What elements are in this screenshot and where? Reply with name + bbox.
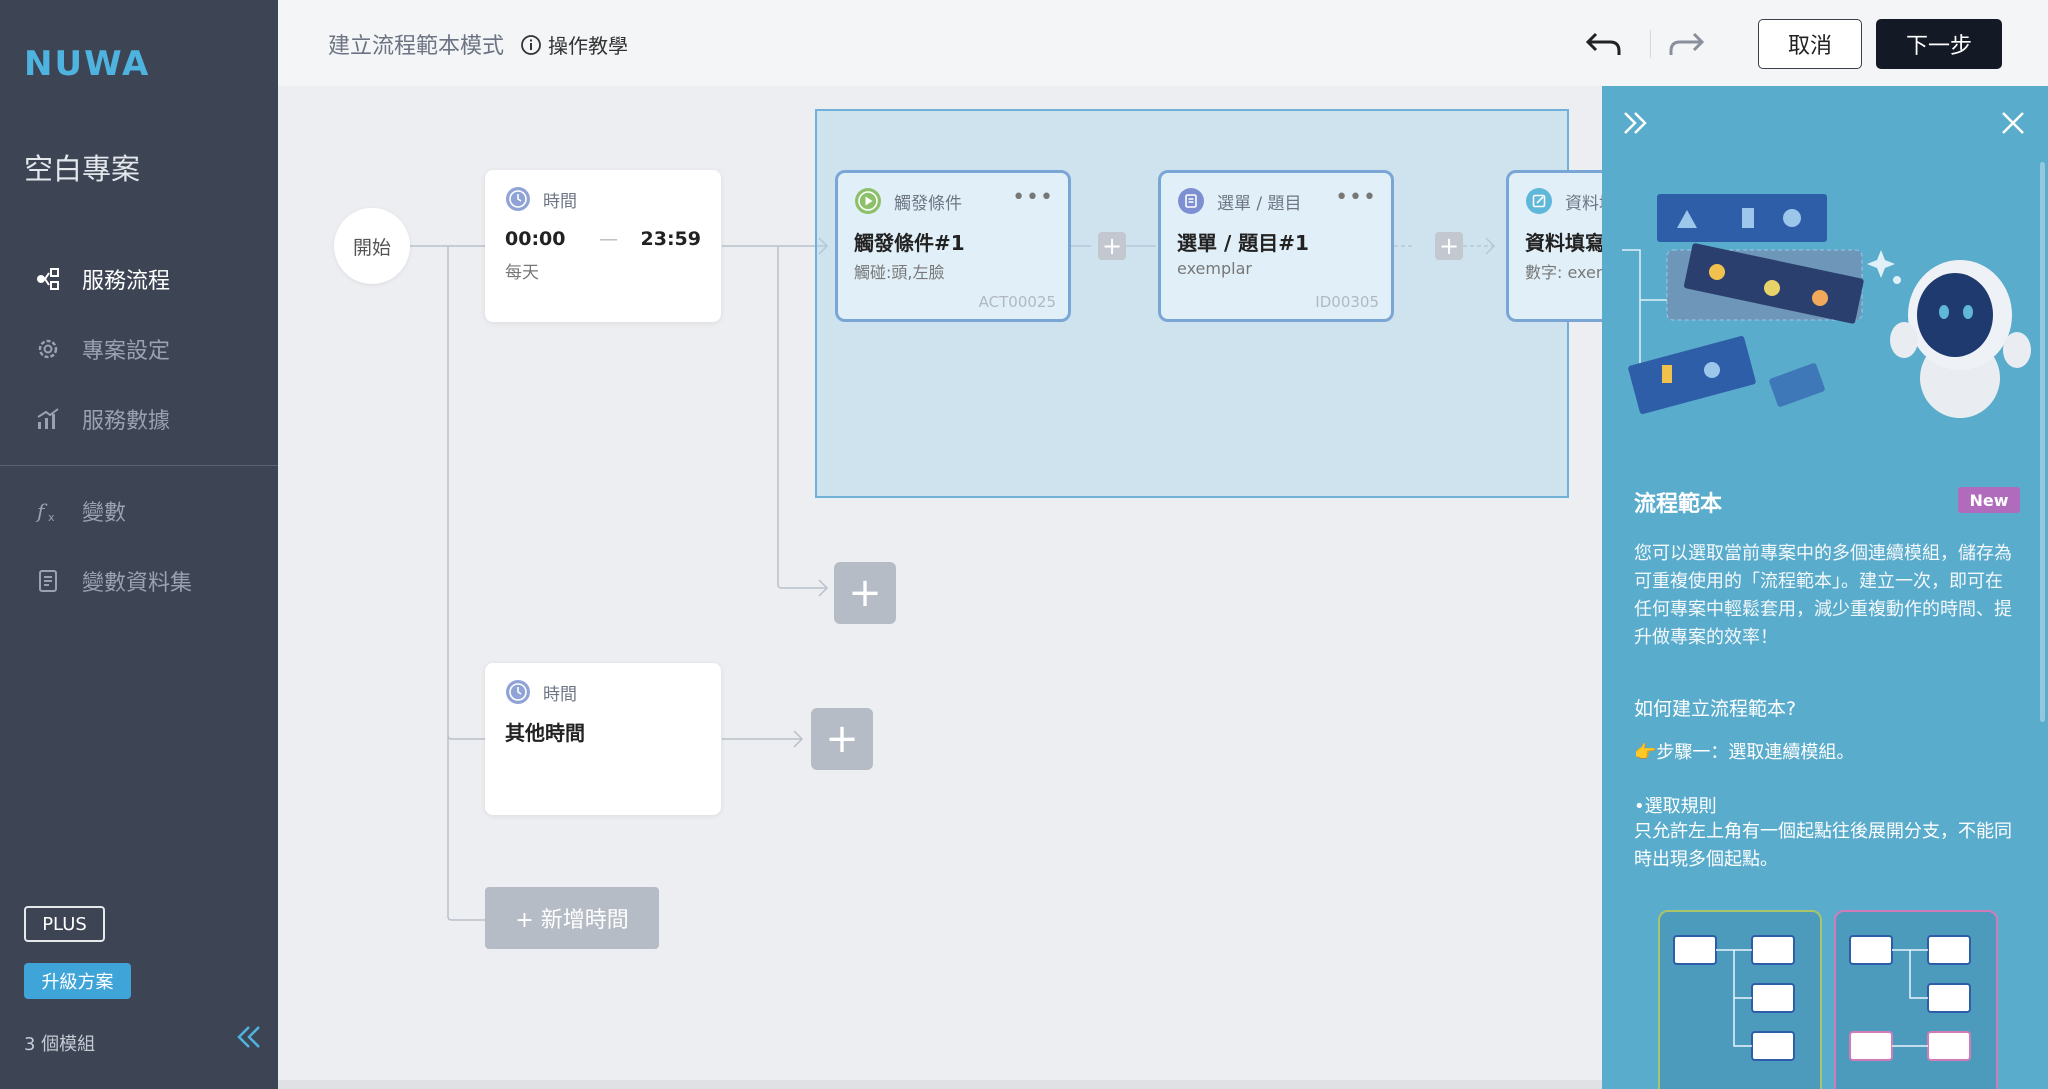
- card-header: 資料填寫: [1525, 187, 1602, 215]
- function-icon: fx: [34, 497, 62, 525]
- card-header: 時間: [505, 186, 577, 212]
- sidebar-item-variable-datasets[interactable]: 變數資料集: [34, 561, 192, 601]
- redo-icon: [1669, 32, 1705, 55]
- card-title: 觸發條件#1: [854, 231, 965, 255]
- sidebar-item-label: 服務流程: [82, 269, 171, 294]
- play-icon: [854, 187, 882, 215]
- card-subtitle: 數字: exemplar: [1525, 263, 1602, 282]
- toolbar-divider: [1650, 30, 1651, 58]
- rule-description: 只允許左上角有一個起點往後展開分支，不能同時出現多個起點。: [1634, 821, 2012, 870]
- cancel-button[interactable]: 取消: [1758, 19, 1862, 69]
- sidebar-item-service-flow[interactable]: 服務流程: [34, 259, 170, 299]
- template-info-panel: 流程範本 New 您可以選取當前專案中的多個連續模組，儲存為可重複使用的「流程範…: [1602, 86, 2048, 1089]
- card-header: 選單 / 題目: [1177, 187, 1302, 215]
- add-module-button[interactable]: +: [811, 708, 873, 770]
- modules-count: 3 個模組: [24, 1034, 96, 1055]
- chart-icon: [34, 405, 62, 433]
- project-name: 空白專案: [24, 152, 141, 186]
- new-badge: New: [1958, 487, 2020, 513]
- time-separator: —: [599, 228, 618, 250]
- sidebar-item-label: 變數資料集: [82, 571, 193, 596]
- card-type: 選單 / 題目: [1217, 193, 1302, 214]
- rule-title: •選取規則: [1634, 796, 1717, 817]
- nuwa-logo[interactable]: NUWA: [24, 44, 150, 84]
- top-bar: 建立流程範本模式 操作教學 取消 下一步: [278, 0, 2048, 86]
- trigger-module-card[interactable]: 觸發條件 ••• 觸發條件#1 觸碰:頭,左臉 ACT00025: [835, 170, 1071, 322]
- svg-text:f: f: [35, 499, 48, 523]
- panel-scrollbar[interactable]: [2040, 162, 2045, 722]
- step-one: 👉步驟一：選取連續模組。: [1634, 742, 1855, 763]
- sidebar-item-variables[interactable]: fx 變數: [34, 491, 126, 531]
- nav-divider: [0, 465, 278, 466]
- tutorial-link[interactable]: 操作教學: [520, 30, 628, 59]
- card-header: 觸發條件: [854, 187, 962, 215]
- panel-description: 您可以選取當前專案中的多個連續模組，儲存為可重複使用的「流程範本」。建立一次，即…: [1634, 543, 2012, 648]
- sidebar-item-label: 專案設定: [82, 339, 171, 364]
- sidebar-item-label: 變數: [82, 501, 127, 526]
- undo-button[interactable]: [1584, 26, 1624, 62]
- add-time-button[interactable]: + 新增時間: [485, 887, 659, 949]
- undo-icon: [1585, 32, 1621, 55]
- card-title: 資料填寫: [1525, 231, 1602, 255]
- sidebar-item-label: 服務數據: [82, 409, 171, 434]
- card-type: 時間: [543, 191, 577, 212]
- expand-panel-icon[interactable]: [1620, 108, 1650, 138]
- edit-icon: [1525, 187, 1553, 215]
- insert-module-button[interactable]: +: [1435, 232, 1463, 260]
- clock-icon: [505, 679, 531, 705]
- card-type: 觸發條件: [894, 193, 962, 214]
- repeat-label: 每天: [505, 263, 539, 283]
- card-type: 時間: [543, 684, 577, 705]
- card-type: 資料填寫: [1565, 193, 1602, 214]
- info-icon: [520, 34, 542, 56]
- card-subtitle: 觸碰:頭,左臉: [854, 263, 945, 282]
- data-form-module-card[interactable]: 資料填寫 資料填寫 數字: exemplar: [1506, 170, 1602, 322]
- panel-title: 流程範本: [1634, 492, 1723, 517]
- how-to-title: 如何建立流程範本?: [1634, 698, 1797, 720]
- start-time: 00:00: [505, 228, 566, 250]
- robot-illustration: [1622, 194, 2031, 418]
- menu-module-card[interactable]: 選單 / 題目 ••• 選單 / 題目#1 exemplar ID00305: [1158, 170, 1394, 322]
- invalid-example-diagram: [1834, 910, 1998, 1089]
- plan-badge: PLUS: [24, 906, 105, 942]
- mode-title: 建立流程範本模式: [328, 34, 505, 59]
- add-module-button[interactable]: +: [834, 562, 896, 624]
- document-icon: [34, 567, 62, 595]
- collapse-sidebar-icon[interactable]: [234, 1022, 264, 1052]
- gear-icon: [34, 335, 62, 363]
- start-node[interactable]: 開始: [334, 208, 410, 284]
- more-options-icon[interactable]: •••: [1012, 185, 1054, 210]
- tutorial-label: 操作教學: [548, 34, 628, 58]
- card-header: 時間: [505, 679, 577, 705]
- valid-example-diagram: [1658, 910, 1822, 1089]
- clock-icon: [505, 186, 531, 212]
- horizontal-scrollbar[interactable]: [278, 1080, 1602, 1089]
- card-title: 其他時間: [505, 721, 585, 745]
- svg-text:x: x: [48, 511, 55, 524]
- list-icon: [1177, 187, 1205, 215]
- next-step-button[interactable]: 下一步: [1876, 19, 2002, 69]
- more-options-icon[interactable]: •••: [1335, 185, 1377, 210]
- other-time-card[interactable]: 時間 其他時間: [485, 663, 721, 815]
- flow-canvas[interactable]: 開始 時間 00:00 — 23:59 每天 觸發條件 ••• 觸發條件#1 觸…: [278, 86, 1602, 1089]
- card-subtitle: exemplar: [1177, 259, 1252, 278]
- redo-button[interactable]: [1666, 26, 1706, 62]
- card-code: ID00305: [1315, 293, 1379, 311]
- time-module-card[interactable]: 時間 00:00 — 23:59 每天: [485, 170, 721, 322]
- flow-icon: [34, 265, 62, 293]
- end-time: 23:59: [640, 228, 701, 250]
- insert-module-button[interactable]: +: [1098, 232, 1126, 260]
- sidebar-item-service-data[interactable]: 服務數據: [34, 399, 170, 439]
- card-code: ACT00025: [978, 293, 1056, 311]
- card-title: 選單 / 題目#1: [1177, 231, 1309, 255]
- sidebar-item-project-settings[interactable]: 專案設定: [34, 329, 170, 369]
- close-icon[interactable]: [1998, 108, 2028, 138]
- sidebar: NUWA 空白專案 服務流程 專案設定 服務數據 fx 變數 變數資料集 PLU…: [0, 0, 278, 1089]
- upgrade-button[interactable]: 升級方案: [24, 963, 131, 999]
